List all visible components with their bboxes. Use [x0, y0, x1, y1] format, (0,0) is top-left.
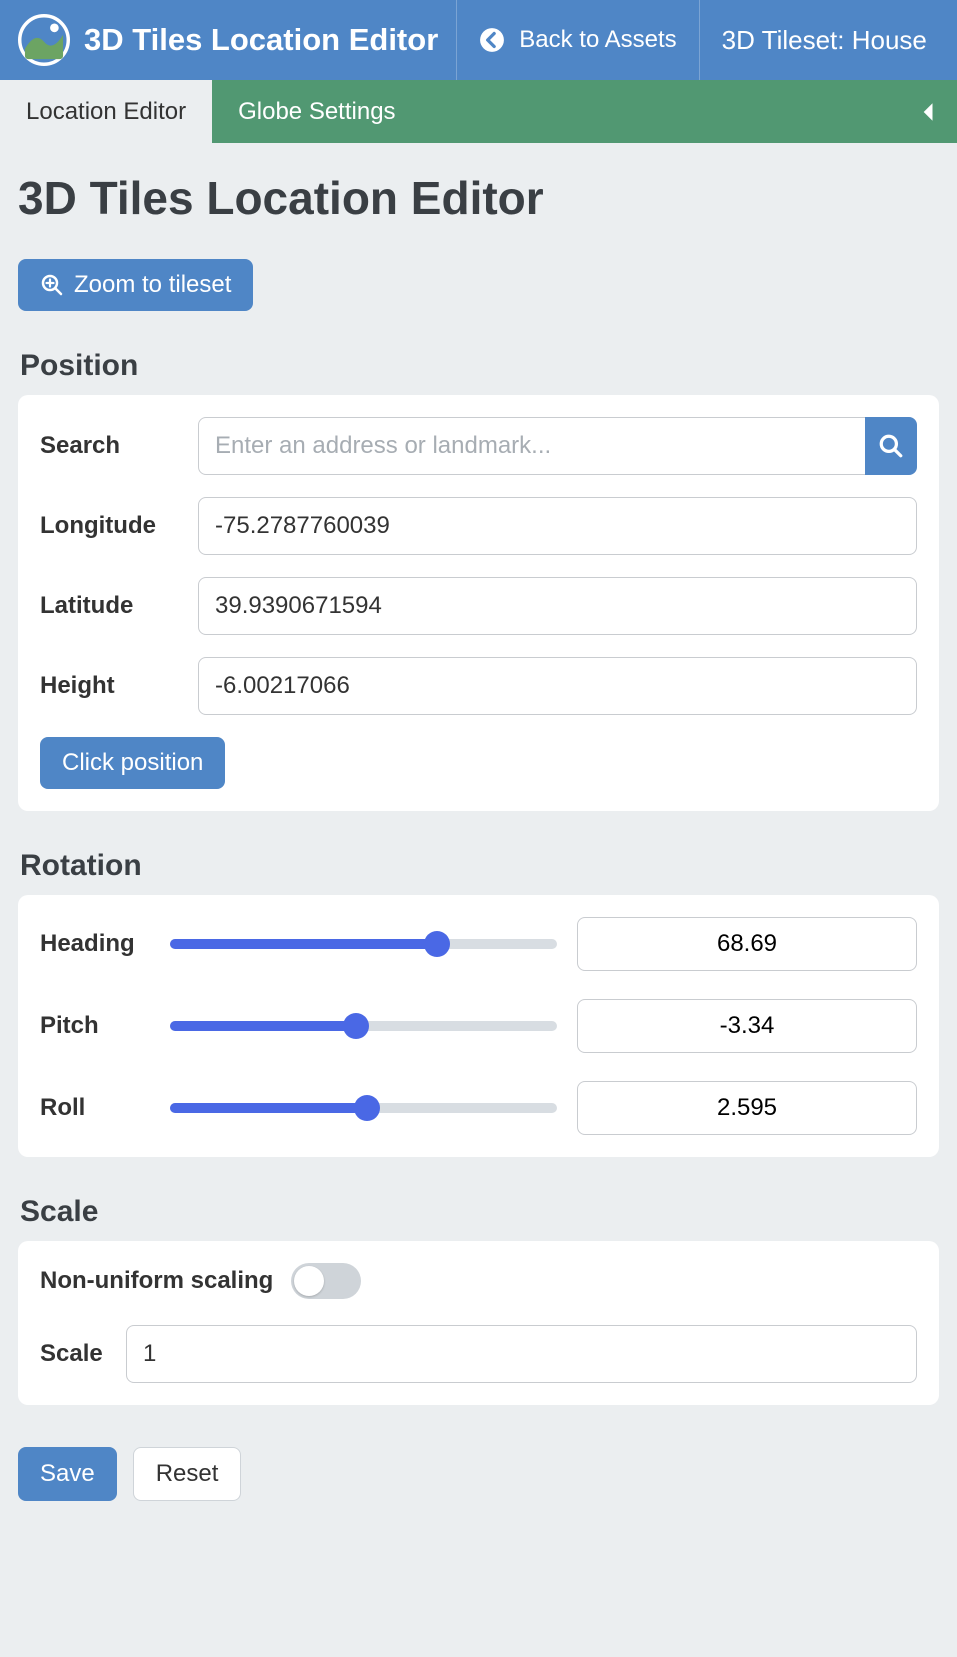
- slider-thumb[interactable]: [343, 1013, 369, 1039]
- reset-button[interactable]: Reset: [133, 1447, 242, 1501]
- heading-slider[interactable]: [170, 933, 557, 955]
- search-button[interactable]: [865, 417, 917, 475]
- pitch-slider[interactable]: [170, 1015, 557, 1037]
- search-input[interactable]: [198, 417, 866, 475]
- rotation-panel: Heading Pitch Roll: [18, 895, 939, 1157]
- heading-value-input[interactable]: [577, 917, 917, 971]
- search-icon: [878, 433, 904, 459]
- caret-left-icon: [919, 101, 935, 123]
- position-section-title: Position: [20, 349, 939, 383]
- button-label: Save: [40, 1460, 95, 1488]
- search-label: Search: [40, 432, 180, 460]
- pitch-value-input[interactable]: [577, 999, 917, 1053]
- tileset-name: 3D Tileset: House: [700, 0, 957, 80]
- collapse-panel-button[interactable]: [897, 80, 957, 143]
- page-title: 3D Tiles Location Editor: [18, 171, 939, 225]
- zoom-in-icon: [40, 273, 64, 297]
- rotation-section-title: Rotation: [20, 849, 939, 883]
- height-label: Height: [40, 672, 180, 700]
- back-label: Back to Assets: [519, 26, 676, 54]
- longitude-label: Longitude: [40, 512, 180, 540]
- tab-label: Location Editor: [26, 98, 186, 126]
- tab-globe-settings[interactable]: Globe Settings: [212, 80, 421, 143]
- heading-label: Heading: [40, 930, 150, 958]
- arrow-left-circle-icon: [479, 27, 505, 53]
- click-position-button[interactable]: Click position: [40, 737, 225, 789]
- pitch-label: Pitch: [40, 1012, 150, 1040]
- zoom-to-tileset-button[interactable]: Zoom to tileset: [18, 259, 253, 311]
- roll-slider[interactable]: [170, 1097, 557, 1119]
- non-uniform-label: Non-uniform scaling: [40, 1267, 273, 1295]
- back-to-assets-button[interactable]: Back to Assets: [457, 0, 698, 80]
- app-logo-icon: [18, 14, 70, 66]
- roll-label: Roll: [40, 1094, 150, 1122]
- main-content: 3D Tiles Location Editor Zoom to tileset…: [0, 143, 957, 1531]
- position-panel: Search Longitude Latitude: [18, 395, 939, 811]
- latitude-label: Latitude: [40, 592, 180, 620]
- scale-panel: Non-uniform scaling Scale: [18, 1241, 939, 1405]
- non-uniform-scaling-toggle[interactable]: [291, 1263, 361, 1299]
- tab-label: Globe Settings: [238, 98, 395, 126]
- button-label: Reset: [156, 1460, 219, 1488]
- longitude-input[interactable]: [198, 497, 917, 555]
- scale-section-title: Scale: [20, 1195, 939, 1229]
- tab-bar: Location Editor Globe Settings: [0, 80, 957, 143]
- scale-label: Scale: [40, 1340, 108, 1368]
- app-header: 3D Tiles Location Editor Back to Assets …: [0, 0, 957, 80]
- slider-fill: [170, 1021, 356, 1031]
- button-label: Zoom to tileset: [74, 271, 231, 299]
- scale-input[interactable]: [126, 1325, 917, 1383]
- app-brand: 3D Tiles Location Editor: [0, 0, 456, 80]
- toggle-knob: [294, 1266, 324, 1296]
- slider-fill: [170, 1103, 367, 1113]
- button-label: Click position: [62, 749, 203, 777]
- footer-actions: Save Reset: [18, 1447, 939, 1501]
- save-button[interactable]: Save: [18, 1447, 117, 1501]
- slider-thumb[interactable]: [424, 931, 450, 957]
- height-input[interactable]: [198, 657, 917, 715]
- slider-fill: [170, 939, 437, 949]
- slider-thumb[interactable]: [354, 1095, 380, 1121]
- app-title: 3D Tiles Location Editor: [84, 22, 438, 58]
- roll-value-input[interactable]: [577, 1081, 917, 1135]
- latitude-input[interactable]: [198, 577, 917, 635]
- tab-location-editor[interactable]: Location Editor: [0, 80, 212, 143]
